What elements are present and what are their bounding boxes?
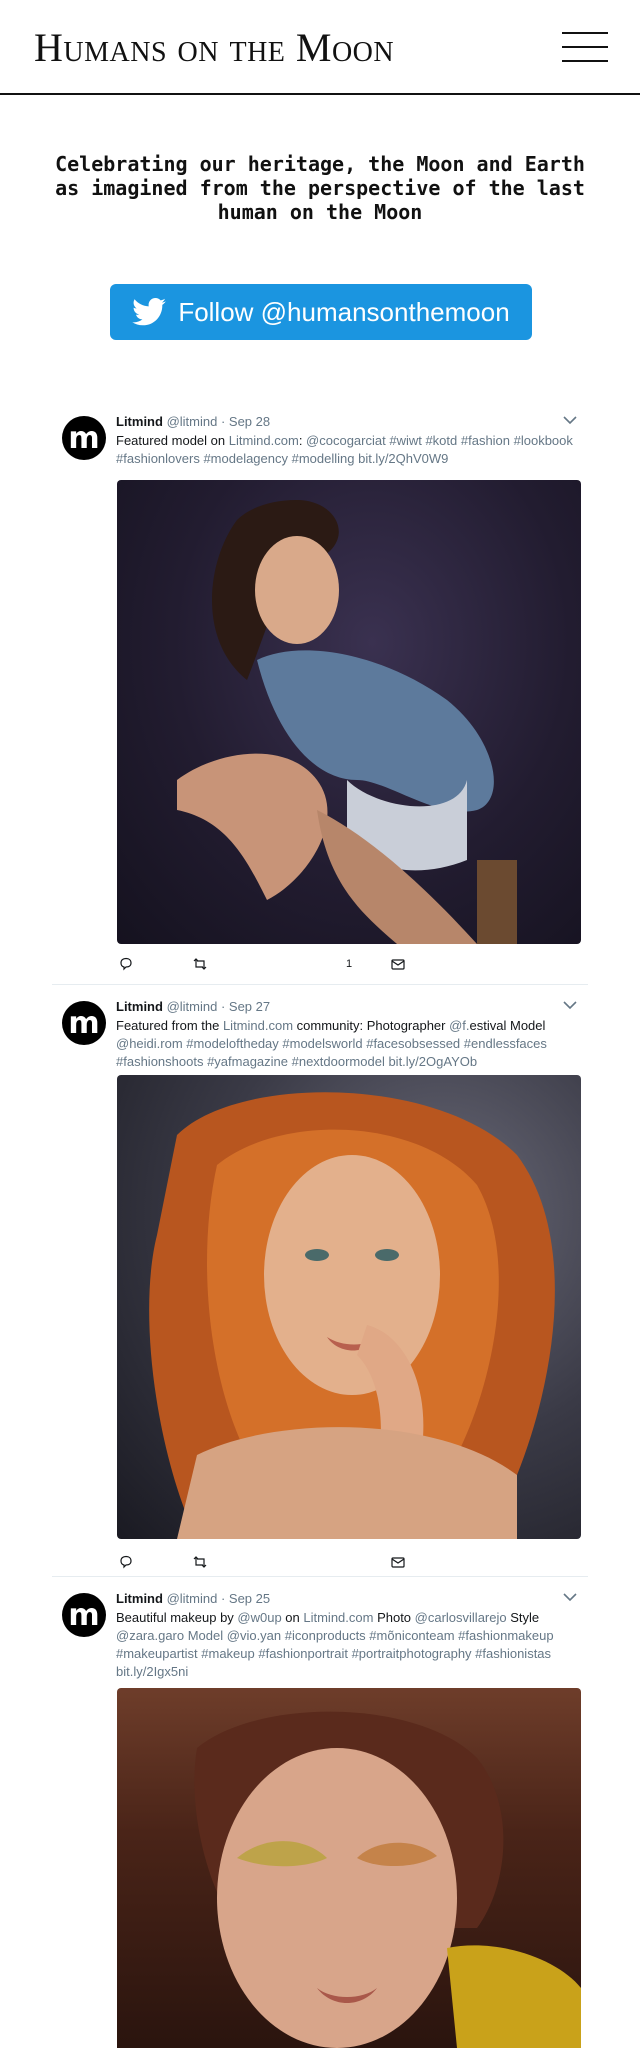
retweet-icon bbox=[193, 1556, 207, 1568]
reply-count-item: 1 bbox=[342, 954, 352, 974]
tweet-date[interactable]: · Sep 25 bbox=[221, 1591, 270, 1606]
tweet-link[interactable]: @f. bbox=[449, 1018, 469, 1033]
tweet-header: Litmind @litmind · Sep 25 bbox=[116, 1591, 270, 1606]
tweet-hashtags[interactable]: @zara.garo Model @vio.yan #iconproducts … bbox=[116, 1628, 554, 1679]
tweet-date[interactable]: · Sep 28 bbox=[221, 414, 270, 429]
site-title[interactable]: Humans on the Moon bbox=[34, 24, 394, 71]
site-header: Humans on the Moon bbox=[0, 0, 640, 95]
tweet-link[interactable]: @w0up bbox=[237, 1610, 281, 1625]
tweet-header: Litmind @litmind · Sep 28 bbox=[116, 414, 270, 429]
chevron-down-icon[interactable] bbox=[562, 1591, 578, 1603]
photo-makeup-portrait bbox=[194, 1711, 581, 2048]
envelope-icon bbox=[391, 959, 405, 970]
menu-bar bbox=[562, 46, 608, 48]
tweet-card[interactable]: m Litmind @litmind · Sep 25 Beautiful ma… bbox=[52, 1577, 588, 2048]
tweet-photo[interactable] bbox=[117, 1075, 581, 1539]
message-button[interactable] bbox=[390, 1552, 406, 1572]
tweet-header: Litmind @litmind · Sep 27 bbox=[116, 999, 270, 1014]
hamburger-menu-icon[interactable] bbox=[562, 30, 608, 64]
tweet-text: Featured from the Litmind.com community:… bbox=[116, 1017, 576, 1071]
chevron-down-icon[interactable] bbox=[562, 414, 578, 426]
message-button[interactable] bbox=[390, 954, 406, 974]
tweet-hashtags[interactable]: @heidi.rom #modeloftheday #modelsworld #… bbox=[116, 1036, 547, 1069]
tweet-text-part: on bbox=[281, 1610, 304, 1625]
retweet-button[interactable] bbox=[192, 954, 208, 974]
tweet-text-part: : bbox=[298, 433, 307, 448]
author-name[interactable]: Litmind bbox=[116, 414, 163, 429]
reply-button[interactable] bbox=[118, 954, 134, 974]
photo-redhead-portrait bbox=[149, 1092, 555, 1539]
tweet-text-part: community: Photographer bbox=[293, 1018, 450, 1033]
menu-bar bbox=[562, 32, 608, 34]
retweet-icon bbox=[193, 958, 207, 970]
reply-count: 1 bbox=[346, 958, 353, 970]
follow-button-label: Follow @humansonthemoon bbox=[178, 296, 510, 327]
tweet-text-part: Featured model on bbox=[116, 433, 229, 448]
tagline: Celebrating our heritage, the Moon and E… bbox=[55, 152, 585, 224]
author-handle[interactable]: @litmind bbox=[167, 999, 218, 1014]
tweet-text-part: Photo bbox=[373, 1610, 415, 1625]
reply-icon bbox=[120, 1555, 132, 1569]
tweet-date[interactable]: · Sep 27 bbox=[221, 999, 270, 1014]
tweet-text-part: Beautiful makeup by bbox=[116, 1610, 238, 1625]
tweet-actions: 1 bbox=[118, 954, 418, 974]
tweet-link[interactable]: Litmind.com bbox=[229, 433, 299, 448]
author-handle[interactable]: @litmind bbox=[167, 414, 218, 429]
chevron-down-icon[interactable] bbox=[562, 999, 578, 1011]
tweet-link[interactable]: Litmind.com bbox=[223, 1018, 293, 1033]
tweet-text: Featured model on Litmind.com: @cocogarc… bbox=[116, 432, 576, 468]
author-name[interactable]: Litmind bbox=[116, 1591, 163, 1606]
follow-button[interactable]: Follow @humansonthemoon bbox=[110, 284, 532, 340]
twitter-bird-icon bbox=[132, 298, 167, 326]
envelope-icon bbox=[391, 1557, 405, 1568]
photo-model-denim-jacket bbox=[177, 500, 517, 944]
tweet-photo[interactable] bbox=[117, 480, 581, 944]
reply-icon bbox=[120, 957, 132, 971]
tweet-photo[interactable] bbox=[117, 1688, 581, 2048]
reply-button[interactable] bbox=[118, 1552, 134, 1572]
tweet-card[interactable]: m Litmind @litmind · Sep 27 Featured fro… bbox=[52, 985, 588, 1577]
tweet-link[interactable]: Litmind.com bbox=[303, 1610, 373, 1625]
litmind-avatar[interactable]: m bbox=[62, 1001, 106, 1045]
tweet-text: Beautiful makeup by @w0up on Litmind.com… bbox=[116, 1609, 576, 1681]
tweet-text-part: estival Model bbox=[469, 1018, 546, 1033]
litmind-avatar[interactable]: m bbox=[62, 1593, 106, 1637]
litmind-avatar[interactable]: m bbox=[62, 416, 106, 460]
menu-bar bbox=[562, 60, 608, 62]
author-name[interactable]: Litmind bbox=[116, 999, 163, 1014]
tweet-link[interactable]: @carlosvillarejo bbox=[415, 1610, 507, 1625]
tweet-card[interactable]: m Litmind @litmind · Sep 28 Featured mod… bbox=[52, 400, 588, 985]
tweet-text-part: Style bbox=[506, 1610, 540, 1625]
tweet-text-part: Featured from the bbox=[116, 1018, 223, 1033]
tweet-actions bbox=[118, 1552, 418, 1572]
retweet-button[interactable] bbox=[192, 1552, 208, 1572]
author-handle[interactable]: @litmind bbox=[167, 1591, 218, 1606]
